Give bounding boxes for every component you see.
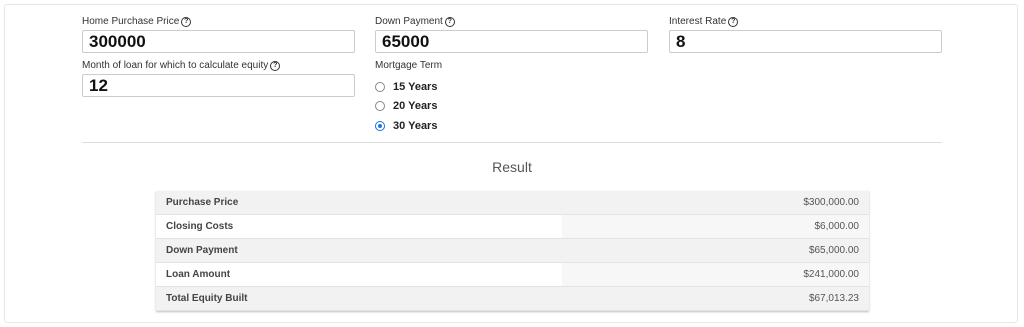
equity-month-label-row: Month of loan for which to calculate equ…: [82, 60, 355, 72]
row-label: Loan Amount: [156, 262, 562, 287]
help-icon[interactable]: ?: [181, 17, 192, 27]
row-label: Closing Costs: [156, 214, 562, 239]
term-option-30-label: 30 Years: [393, 119, 438, 132]
row-label: Total Equity Built: [156, 286, 562, 311]
term-option-20-label: 20 Years: [393, 100, 438, 113]
term-option-15-label: 15 Years: [393, 80, 438, 93]
mortgage-term-label: Mortgage Term: [375, 60, 443, 71]
interest-rate-field: Interest Rate ?: [669, 16, 942, 53]
result-table: Purchase Price $300,000.00 Closing Costs…: [156, 191, 869, 311]
row-value: $241,000.00: [562, 262, 869, 287]
home-price-input[interactable]: [82, 30, 355, 53]
result-title: Result: [492, 159, 532, 175]
term-option-30[interactable]: 30 Years: [375, 116, 442, 136]
radio-button-15[interactable]: [375, 81, 385, 92]
mortgage-term-radio-group: 15 Years 20 Years 30 Years: [375, 77, 442, 136]
row-value: $65,000.00: [562, 238, 869, 263]
interest-rate-input[interactable]: [669, 30, 942, 53]
help-icon[interactable]: ?: [444, 17, 455, 27]
down-payment-label: Down Payment: [375, 16, 443, 27]
equity-month-input[interactable]: [82, 74, 355, 97]
mortgage-term-field: Mortgage Term 15 Years 20 Years 30 Years: [375, 60, 442, 136]
help-icon[interactable]: ?: [728, 17, 739, 27]
down-payment-label-row: Down Payment ?: [375, 16, 648, 28]
down-payment-field: Down Payment ?: [375, 16, 648, 53]
equity-month-field: Month of loan for which to calculate equ…: [82, 60, 355, 97]
interest-rate-label: Interest Rate: [669, 16, 727, 27]
down-payment-input[interactable]: [375, 30, 648, 53]
table-row: Total Equity Built $67,013.23: [156, 286, 869, 311]
home-price-label-row: Home Purchase Price ?: [82, 16, 355, 28]
section-divider: [82, 142, 942, 143]
row-value: $6,000.00: [562, 214, 869, 239]
table-row: Purchase Price $300,000.00: [156, 191, 869, 215]
radio-button-30[interactable]: [375, 120, 385, 131]
equity-month-label: Month of loan for which to calculate equ…: [82, 60, 269, 71]
table-row: Loan Amount $241,000.00: [156, 262, 869, 287]
table-row: Closing Costs $6,000.00: [156, 214, 869, 239]
home-price-field: Home Purchase Price ?: [82, 16, 355, 53]
term-option-15[interactable]: 15 Years: [375, 77, 442, 97]
row-value: $67,013.23: [562, 286, 869, 311]
help-icon[interactable]: ?: [270, 61, 281, 71]
interest-rate-label-row: Interest Rate ?: [669, 16, 942, 28]
home-price-label: Home Purchase Price: [82, 16, 180, 27]
row-value: $300,000.00: [562, 191, 869, 215]
radio-button-20[interactable]: [375, 101, 385, 112]
term-option-20[interactable]: 20 Years: [375, 97, 442, 117]
row-label: Purchase Price: [156, 191, 562, 215]
table-row: Down Payment $65,000.00: [156, 238, 869, 263]
row-label: Down Payment: [156, 238, 562, 263]
